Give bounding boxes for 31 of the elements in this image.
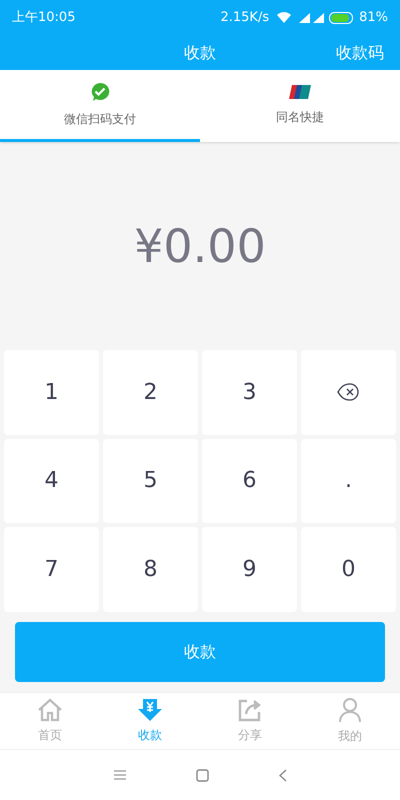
payment-tab[interactable]: 同名快捷 — [200, 70, 400, 142]
menu-icon[interactable] — [114, 770, 126, 780]
home-button-icon[interactable] — [196, 768, 208, 782]
keypad-key[interactable]: 2 — [103, 350, 198, 435]
keypad-key[interactable]: 5 — [103, 438, 198, 524]
network-speed: 2.15K/s — [220, 8, 270, 27]
status-time: 上午10:05 — [12, 8, 76, 27]
home-icon — [37, 698, 63, 722]
battery-icon — [329, 12, 356, 24]
amount-display: ¥0.00 — [134, 218, 266, 274]
share-icon — [237, 698, 263, 722]
signal-icon — [299, 12, 326, 22]
keypad-key[interactable]: . — [301, 438, 396, 524]
wifi-icon — [277, 12, 292, 23]
down-arrow-icon — [137, 698, 163, 722]
backspace-icon — [336, 382, 360, 402]
keypad-key[interactable]: 7 — [4, 527, 99, 612]
keypad-key[interactable]: 0 — [301, 527, 396, 612]
back-icon[interactable] — [278, 768, 286, 782]
keypad-key[interactable]: 4 — [4, 438, 99, 524]
chat-check-icon — [90, 82, 110, 102]
payment-tab[interactable]: 微信扫码支付 — [0, 70, 200, 142]
keypad-key[interactable]: 1 — [4, 350, 99, 435]
keypad-key[interactable]: 8 — [103, 527, 198, 612]
keypad-key[interactable]: 9 — [202, 527, 297, 612]
user-icon — [338, 697, 362, 723]
card-logo-icon — [289, 84, 311, 100]
page-title: 收款 — [184, 42, 216, 64]
battery-percent: 81% — [359, 8, 388, 27]
keypad-key[interactable]: 3 — [202, 350, 297, 435]
keypad-key[interactable]: 6 — [202, 438, 297, 524]
